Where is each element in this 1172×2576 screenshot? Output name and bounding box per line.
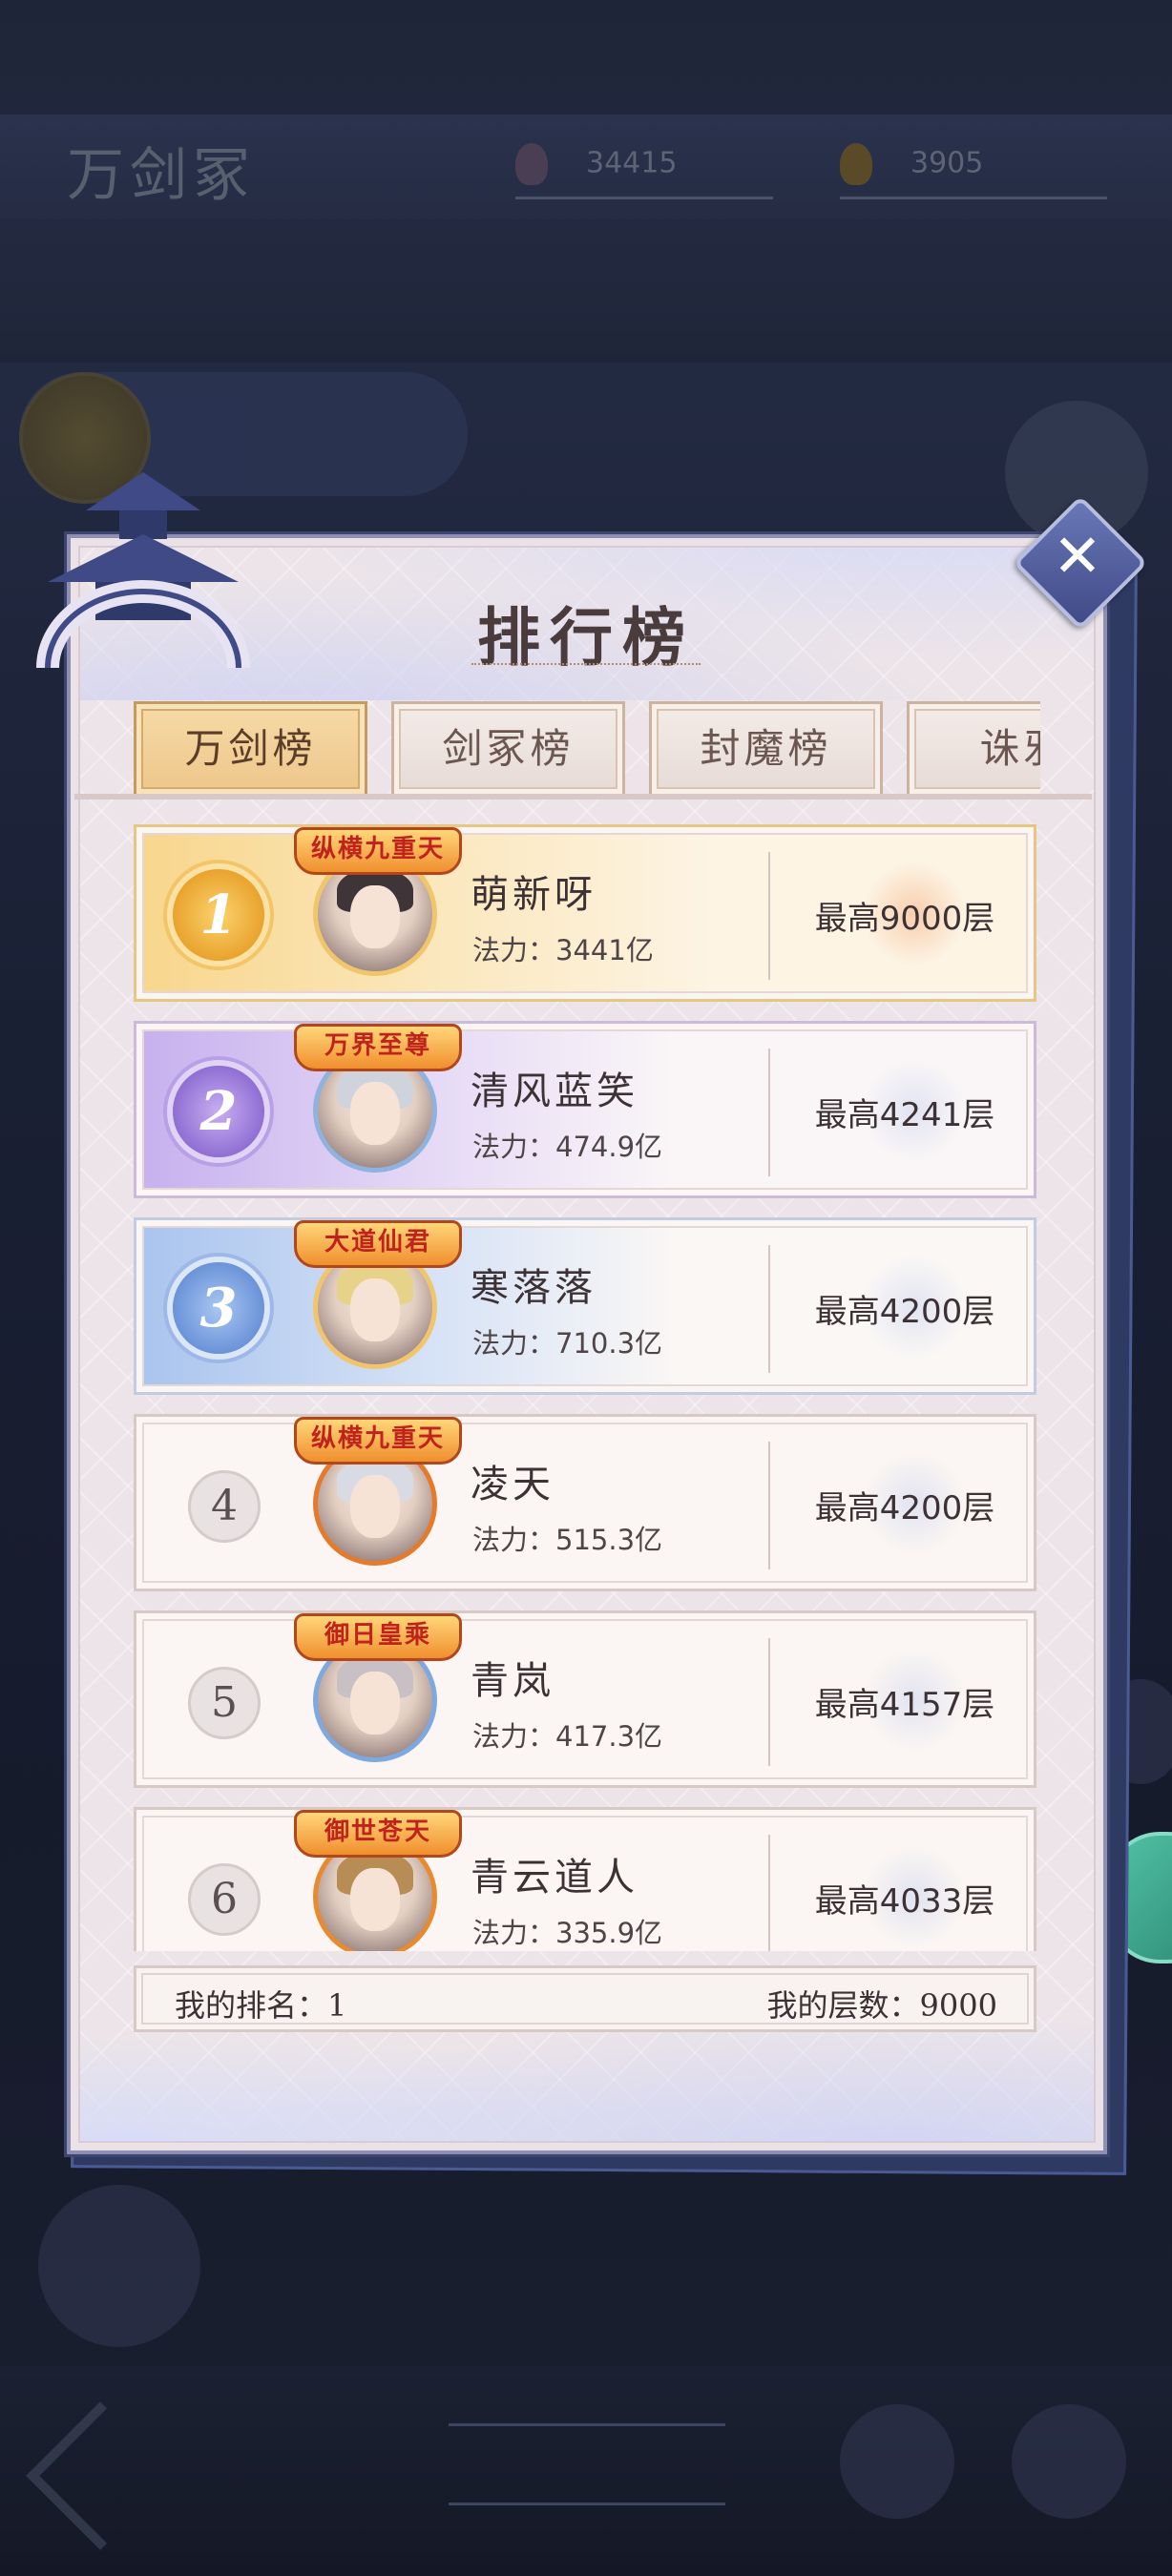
rank-number: 5 — [188, 1667, 261, 1739]
row-divider — [768, 1245, 770, 1373]
rank-number: 6 — [188, 1863, 261, 1936]
player-name: 青岚 — [471, 1659, 555, 1703]
player-power: 法力：710.3亿 — [472, 1327, 663, 1360]
ranking-list[interactable]: 1 纵横九重天 萌新呀 法力：3441亿 最高9000层 2 万界至尊 清风蓝笑… — [134, 821, 1036, 1951]
player-power: 法力：474.9亿 — [472, 1131, 663, 1163]
ranking-row[interactable]: 4 纵横九重天 凌天 法力：515.3亿 最高4200层 — [134, 1414, 1036, 1591]
row-divider — [768, 1049, 770, 1176]
title-badge: 大道仙君 — [294, 1220, 462, 1268]
gem-icon — [515, 143, 548, 185]
rank-number: 4 — [188, 1470, 261, 1543]
best-floor: 最高4033层 — [814, 1882, 995, 1921]
tab-sword-tomb-ranking[interactable]: 剑冢榜 — [391, 701, 625, 797]
tab-sword-ranking[interactable]: 万剑榜 — [134, 701, 367, 797]
background-banner — [0, 229, 1172, 363]
best-floor: 最高4157层 — [814, 1686, 995, 1724]
player-power: 法力：3441亿 — [472, 934, 654, 966]
rank-medal-gold: 1 — [173, 869, 264, 961]
row-divider — [768, 1442, 770, 1569]
background-character-icon — [38, 2185, 200, 2347]
player-name: 清风蓝笑 — [471, 1070, 638, 1113]
my-rank-footer: 我的排名：1 我的层数：9000 — [134, 1965, 1036, 2032]
title-badge: 万界至尊 — [294, 1024, 462, 1071]
background-center-button — [449, 2423, 725, 2505]
ranking-row[interactable]: 1 纵横九重天 萌新呀 法力：3441亿 最高9000层 — [134, 824, 1036, 1002]
energy-icon — [840, 143, 872, 185]
player-name: 凌天 — [471, 1463, 555, 1506]
my-rank: 我的排名：1 — [175, 1987, 347, 2024]
player-power: 法力：417.3亿 — [472, 1720, 663, 1753]
rank-medal-purple: 2 — [173, 1066, 264, 1157]
ranking-row[interactable]: 3 大道仙君 寒落落 法力：710.3亿 最高4200层 — [134, 1217, 1036, 1395]
title-badge: 御日皇乘 — [294, 1613, 462, 1661]
title-badge: 纵横九重天 — [294, 1417, 462, 1465]
ranking-tabs: 万剑榜 剑冢榜 封魔榜 诛邪 — [134, 701, 1040, 797]
ranking-row[interactable]: 2 万界至尊 清风蓝笑 法力：474.9亿 最高4241层 — [134, 1021, 1036, 1198]
player-power: 法力：335.9亿 — [472, 1917, 663, 1949]
tab-demon-seal-ranking[interactable]: 封魔榜 — [649, 701, 883, 797]
row-divider — [768, 1835, 770, 1951]
background-resource-1: 34415 — [515, 143, 773, 199]
ranking-row[interactable]: 6 御世苍天 青云道人 法力：335.9亿 最高4033层 — [134, 1807, 1036, 1951]
ranking-row[interactable]: 5 御日皇乘 青岚 法力：417.3亿 最高4157层 — [134, 1610, 1036, 1788]
row-divider — [768, 852, 770, 980]
best-floor: 最高9000层 — [814, 900, 995, 938]
title-badge: 御世苍天 — [294, 1810, 462, 1858]
background-star-icon — [1012, 2404, 1126, 2519]
my-floors: 我的层数：9000 — [766, 1987, 997, 2024]
tab-evil-slaying-ranking[interactable]: 诛邪 — [907, 701, 1040, 797]
title-ornament — [471, 663, 701, 675]
background-shield-icon — [840, 2404, 954, 2519]
close-icon[interactable]: ✕ — [1044, 523, 1111, 590]
back-arrow-icon — [26, 2401, 175, 2550]
best-floor: 最高4200层 — [814, 1489, 995, 1527]
player-name: 青云道人 — [471, 1856, 638, 1900]
background-resource-2: 3905 — [840, 143, 1107, 199]
best-floor: 最高4200层 — [814, 1293, 995, 1331]
tabs-divider — [74, 794, 1092, 800]
best-floor: 最高4241层 — [814, 1096, 995, 1134]
player-power: 法力：515.3亿 — [472, 1524, 663, 1556]
player-name: 萌新呀 — [471, 873, 596, 917]
row-divider — [768, 1638, 770, 1766]
background-bottom-bar — [0, 2366, 1172, 2576]
background-title: 万剑冢 — [67, 142, 256, 209]
player-name: 寒落落 — [471, 1266, 596, 1310]
title-badge: 纵横九重天 — [294, 827, 462, 875]
rank-medal-blue: 3 — [173, 1262, 264, 1354]
